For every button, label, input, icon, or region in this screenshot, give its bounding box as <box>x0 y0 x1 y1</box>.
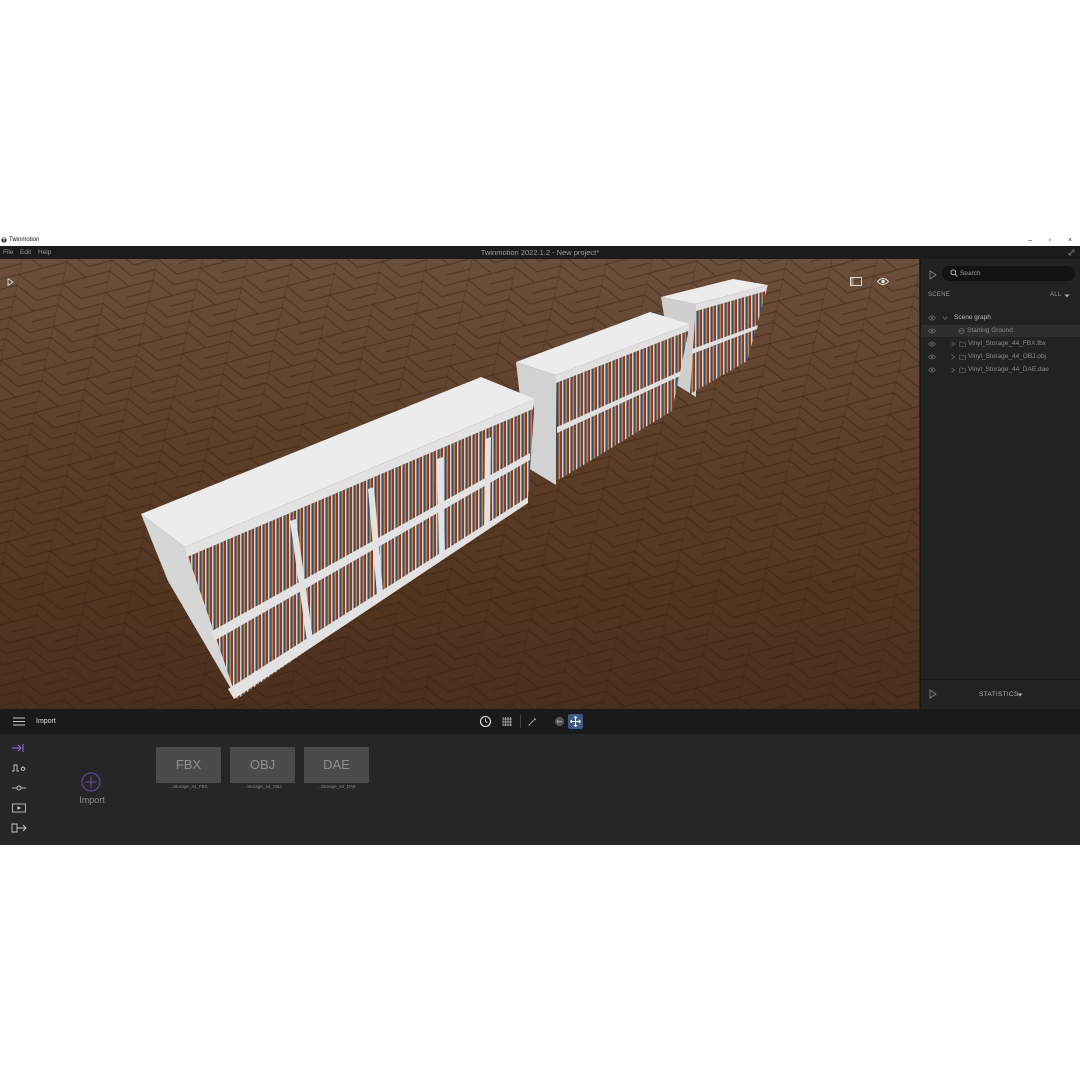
close-button[interactable]: × <box>1060 235 1080 246</box>
asset-name: ...Storage_44_DAE <box>317 784 356 789</box>
twinmotion-logo-icon <box>1 237 7 243</box>
statistics-footer: STATISTICS <box>921 679 1080 709</box>
tree-item-fbx[interactable]: Vinyl_Storage_44_FBX.fbx <box>921 338 1080 350</box>
scene-section-label: SCENE <box>928 292 951 298</box>
folder-icon <box>959 354 966 360</box>
tree-item-dae[interactable]: Vinyl_Storage_44_DAE.dae <box>921 364 1080 376</box>
asset-name: ...Storage_44_FBX <box>169 784 208 789</box>
tree-item-starting-ground[interactable]: Starting Ground <box>921 325 1080 337</box>
import-button[interactable]: Import <box>72 770 112 810</box>
timer-icon[interactable] <box>479 715 492 728</box>
panel-collapse-icon[interactable] <box>929 270 937 280</box>
3d-viewport[interactable] <box>0 259 919 709</box>
tree-item-obj[interactable]: Vinyl_Storage_44_OBJ.obj <box>921 351 1080 363</box>
asset-card-dae[interactable]: DAE ...Storage_44_DAE <box>304 747 369 795</box>
visibility-eye-icon[interactable] <box>928 315 936 321</box>
statistics-chevron-down-icon[interactable] <box>1017 693 1023 697</box>
import-tab-icon[interactable] <box>11 743 27 753</box>
search-icon <box>950 269 958 277</box>
import-label: Import <box>79 795 105 805</box>
tree-item-scene-graph[interactable]: Scene graph <box>921 312 1080 324</box>
import-panel: Import FBX ...Storage_44_FBX OBJ ...Stor… <box>0 734 1080 845</box>
viewport-visibility-icon[interactable] <box>877 277 889 286</box>
expand-icon[interactable] <box>1067 248 1076 257</box>
visibility-eye-icon[interactable] <box>928 354 936 360</box>
tree-item-label: Scene graph <box>954 314 991 321</box>
visibility-eye-icon[interactable] <box>928 341 936 347</box>
scene-panel: SCENE ALL Scene graph Starting Ground Vi… <box>920 259 1080 709</box>
chevron-right-icon[interactable] <box>950 367 956 373</box>
menu-bar: File Edit Help Twinmotion 2022.1.2 - New… <box>0 246 1080 259</box>
os-app-name: Twinmotion <box>9 237 40 243</box>
eyedropper-icon[interactable] <box>526 715 539 728</box>
maximize-button[interactable]: ▫ <box>1040 235 1060 246</box>
folder-icon <box>959 341 966 347</box>
viewport-panel-toggle-icon[interactable] <box>850 277 862 286</box>
context-tab-icon[interactable] <box>11 763 27 773</box>
asset-thumbnail: OBJ <box>230 747 295 783</box>
viewport-scene <box>0 259 919 709</box>
tree-item-label: Vinyl_Storage_44_DAE.dae <box>968 366 1049 373</box>
chevron-down-icon[interactable] <box>942 315 948 321</box>
bottom-toolbar: Import <box>0 709 1080 734</box>
asset-thumbnail: DAE <box>304 747 369 783</box>
export-tab-icon[interactable] <box>11 823 27 833</box>
tree-item-label: Starting Ground <box>967 327 1013 334</box>
statistics-play-icon[interactable] <box>929 689 937 699</box>
move-arrows-icon <box>570 716 581 727</box>
move-mode-button[interactable] <box>568 714 583 729</box>
document-title: Twinmotion 2022.1.2 - New project* <box>480 248 600 257</box>
media-tab-icon[interactable] <box>11 803 27 813</box>
os-titlebar: Twinmotion – ▫ × <box>0 235 1080 246</box>
asset-card-obj[interactable]: OBJ ...Storage_44_OBJ <box>230 747 295 795</box>
tree-item-label: Vinyl_Storage_44_OBJ.obj <box>968 353 1046 360</box>
ground-object-icon <box>958 328 965 334</box>
folder-icon <box>959 367 966 373</box>
tree-item-label: Vinyl_Storage_44_FBX.fbx <box>968 340 1046 347</box>
scene-filter-dropdown[interactable]: ALL <box>1050 292 1062 298</box>
toolbar-divider <box>520 715 521 728</box>
search-box[interactable] <box>942 266 1075 281</box>
statistics-dropdown[interactable]: STATISTICS <box>979 691 1019 698</box>
asset-thumbnail: FBX <box>156 747 221 783</box>
visibility-eye-icon[interactable] <box>928 328 936 334</box>
chevron-right-icon[interactable] <box>950 341 956 347</box>
minimize-button[interactable]: – <box>1020 235 1040 246</box>
twinmotion-window: Twinmotion – ▫ × File Edit Help Twinmoti… <box>0 235 1080 845</box>
asset-card-fbx[interactable]: FBX ...Storage_44_FBX <box>156 747 221 795</box>
settings-slider-tab-icon[interactable] <box>11 783 27 793</box>
add-circle-icon <box>81 772 101 792</box>
grid-icon[interactable] <box>501 715 514 728</box>
asset-name: ...Storage_44_OBJ <box>243 784 282 789</box>
chevron-right-icon[interactable] <box>950 354 956 360</box>
viewport-play-icon[interactable] <box>7 278 14 286</box>
search-input[interactable] <box>960 268 1070 279</box>
filter-chevron-down-icon[interactable] <box>1064 294 1070 298</box>
hamburger-menu-icon[interactable] <box>13 717 25 726</box>
visibility-eye-icon[interactable] <box>928 367 936 373</box>
current-mode-label: Import <box>36 718 56 725</box>
rotate-mode-icon[interactable] <box>553 715 566 728</box>
